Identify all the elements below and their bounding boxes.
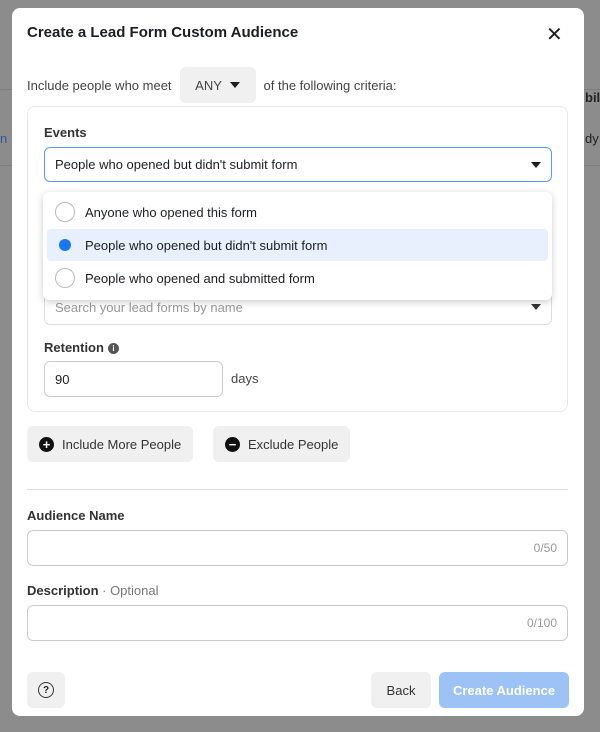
event-option[interactable]: People who opened but didn't submit form xyxy=(47,229,548,261)
bg-text: bil xyxy=(585,90,600,105)
char-counter: 0/50 xyxy=(533,541,557,555)
bg-text: dy xyxy=(585,131,599,146)
events-menu: Anyone who opened this form People who o… xyxy=(43,192,552,300)
events-dropdown[interactable]: People who opened but didn't submit form xyxy=(44,147,552,182)
caret-down-icon xyxy=(531,304,541,310)
description-label: Description · Optional xyxy=(27,583,159,598)
match-dropdown[interactable]: ANY xyxy=(179,67,256,103)
retention-unit: days xyxy=(231,371,259,386)
button-label: Exclude People xyxy=(248,436,339,452)
audience-name-input[interactable]: 0/50 xyxy=(27,530,568,566)
retention-input[interactable]: 90 xyxy=(44,361,223,397)
audience-name-label: Audience Name xyxy=(27,508,125,523)
criteria-row: Include people who meet ANY of the follo… xyxy=(27,67,397,103)
optional-label: · Optional xyxy=(98,583,159,598)
criteria-suffix: of the following criteria: xyxy=(263,77,397,93)
criteria-prefix: Include people who meet xyxy=(27,77,172,93)
close-icon[interactable]: ✕ xyxy=(546,22,563,47)
divider xyxy=(27,489,568,490)
info-icon[interactable]: i xyxy=(107,343,119,355)
retention-label-text: Retention xyxy=(44,340,104,355)
caret-down-icon xyxy=(229,82,240,88)
radio-checked[interactable] xyxy=(55,235,75,255)
dialog-title: Create a Lead Form Custom Audience xyxy=(27,24,299,41)
event-option[interactable]: Anyone who opened this form xyxy=(47,196,548,228)
events-value: People who opened but didn't submit form xyxy=(55,157,298,172)
events-label: Events xyxy=(44,125,87,140)
option-label: Anyone who opened this form xyxy=(85,204,257,220)
question-icon: ? xyxy=(38,682,54,698)
create-audience-button[interactable]: Create Audience xyxy=(439,672,569,708)
description-input[interactable]: 0/100 xyxy=(27,605,568,641)
option-label: People who opened and submitted form xyxy=(85,270,315,286)
option-label: People who opened but didn't submit form xyxy=(85,237,328,253)
char-counter: 0/100 xyxy=(526,616,557,630)
description-label-text: Description xyxy=(27,583,99,598)
help-button[interactable]: ? xyxy=(27,672,65,708)
bg-text: n xyxy=(0,131,8,146)
caret-down-icon xyxy=(531,161,541,168)
event-option[interactable]: People who opened and submitted form xyxy=(47,262,548,294)
include-more-people-button[interactable]: + Include More People xyxy=(27,426,194,462)
search-placeholder: Search your lead forms by name xyxy=(55,299,243,315)
retention-label: Retention i xyxy=(44,340,119,355)
match-value: ANY xyxy=(195,77,222,93)
retention-value: 90 xyxy=(55,371,70,387)
plus-circle-icon: + xyxy=(39,436,54,452)
radio-unchecked[interactable] xyxy=(55,202,75,222)
back-button[interactable]: Back xyxy=(371,672,431,708)
button-label: Include More People xyxy=(62,436,182,452)
radio-unchecked[interactable] xyxy=(55,268,75,288)
minus-circle-icon: − xyxy=(225,436,240,452)
lead-form-audience-dialog: Create a Lead Form Custom Audience ✕ Inc… xyxy=(12,8,584,716)
exclude-people-button[interactable]: − Exclude People xyxy=(213,426,351,462)
